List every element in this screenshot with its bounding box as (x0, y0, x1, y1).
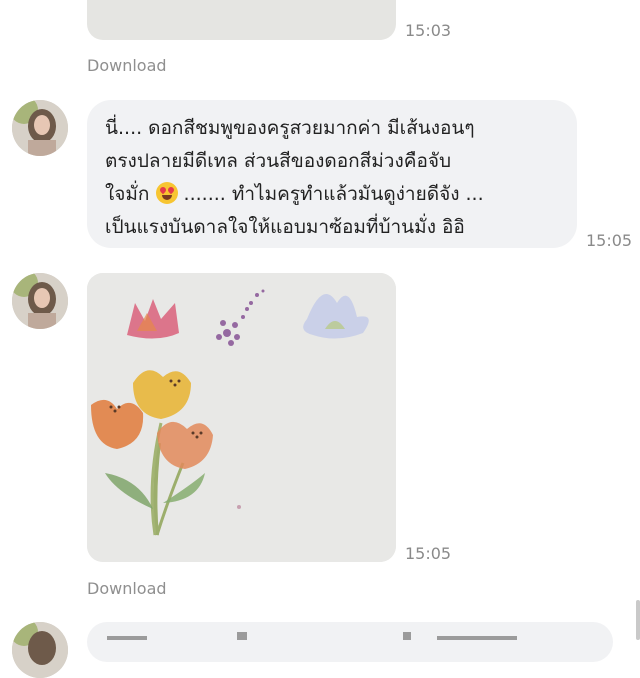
message-bubble: นี่.... ดอกสีชมพูของครูสวยมากค่า มีเส้นง… (87, 100, 577, 248)
image-message-2[interactable] (87, 273, 396, 562)
download-link[interactable]: Download (87, 579, 167, 598)
message-line: นี่.... ดอกสีชมพูของครูสวยมากค่า มีเส้นง… (105, 117, 475, 139)
message-time: 15:05 (405, 544, 452, 563)
avatar[interactable] (12, 622, 68, 678)
avatar[interactable] (12, 100, 68, 156)
image-message-1[interactable] (87, 0, 396, 40)
avatar-photo (12, 100, 68, 156)
message-line: เป็นแรงบันดาลใจให้แอบมาซ้อมที่บ้านมั่ง อ… (105, 216, 465, 238)
message-time: 15:05 (586, 231, 633, 250)
message-line: ....... ทำไมครูทำแล้วมันดูง่ายดีจัง ... (183, 183, 484, 205)
avatar-photo (12, 273, 68, 329)
cropped-text (107, 632, 517, 640)
scrollbar[interactable] (636, 600, 640, 640)
download-link[interactable]: Download (87, 56, 167, 75)
sketch-image (87, 0, 396, 40)
message-time: 15:03 (405, 21, 452, 40)
avatar-photo (12, 622, 68, 678)
message-line: ตรงปลายมีดีเทล ส่วนสีของดอกสีม่วงคือจับ (105, 150, 452, 172)
message-bubble (87, 622, 613, 662)
heart-eyes-emoji-icon (155, 182, 178, 204)
message-line: ใจมั่ก (105, 183, 150, 205)
watercolor-flowers-image (87, 273, 396, 562)
avatar[interactable] (12, 273, 68, 329)
